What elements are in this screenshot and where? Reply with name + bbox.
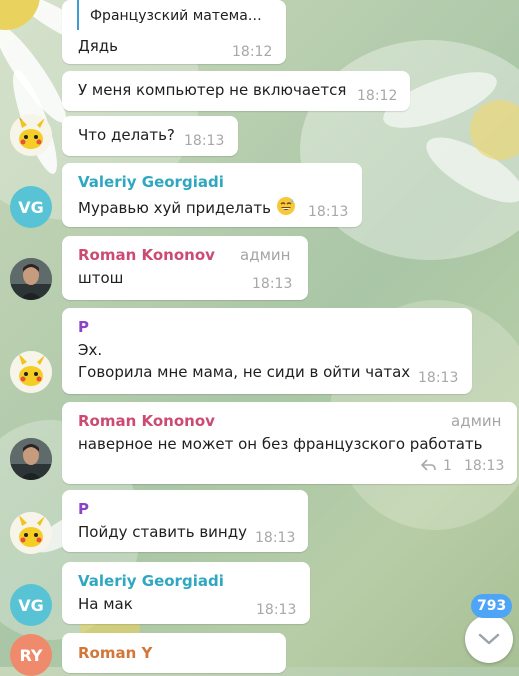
pikachu-icon <box>10 512 52 554</box>
avatar-initials: VG <box>18 595 44 615</box>
author-name[interactable]: P <box>78 500 89 518</box>
message-bubble[interactable]: Valeriy Georgiadi Муравью хуй приделать … <box>62 163 362 227</box>
message-time: 18:13 <box>308 204 349 220</box>
admin-badge: админ <box>240 246 291 264</box>
avatar-initials: VG <box>18 197 44 217</box>
author-name[interactable]: Valeriy Georgiadi <box>78 572 224 590</box>
message-time: 18:13 <box>464 458 505 474</box>
message-bubble[interactable]: Valeriy Georgiadi На мак 18:13 <box>62 562 310 624</box>
message-text: У меня компьютер не включается <box>78 81 347 99</box>
author-name[interactable]: Valeriy Georgiadi <box>78 173 224 191</box>
unread-count-badge[interactable]: 793 <box>471 594 513 618</box>
scroll-to-bottom-button[interactable] <box>465 615 513 663</box>
message-text: Дядь <box>78 37 118 55</box>
avatar[interactable]: VG <box>10 584 52 626</box>
avatar[interactable] <box>10 114 52 156</box>
message-text: Пойду ставить винду <box>78 523 247 541</box>
admin-badge: админ <box>451 412 502 430</box>
pikachu-icon <box>10 351 52 393</box>
message-bubble[interactable]: Roman Kononov админ наверное не может он… <box>62 402 517 484</box>
message-time: 18:13 <box>418 370 459 386</box>
message-text-line: Говорила мне мама, не сиди в ойти чатах <box>78 363 411 381</box>
avatar[interactable] <box>10 438 52 480</box>
chevron-down-icon <box>478 633 500 645</box>
author-name[interactable]: P <box>78 318 89 336</box>
message-bubble[interactable]: Roman Kononov админ штош 18:13 <box>62 236 308 300</box>
message-text: Что делать? <box>78 126 175 144</box>
author-name[interactable]: Roman Y <box>78 644 152 662</box>
message-text: На мак <box>78 595 133 613</box>
message-time: 18:12 <box>357 88 398 104</box>
message-text-content: Муравью хуй приделать <box>78 199 271 217</box>
message-bubble[interactable]: P Пойду ставить винду 18:13 <box>62 490 308 552</box>
message-time: 18:13 <box>255 530 296 546</box>
avatar[interactable]: VG <box>10 186 52 228</box>
message-text: Муравью хуй приделать <box>78 196 296 217</box>
message-text-line: Эх. <box>78 341 103 359</box>
avatar[interactable] <box>10 512 52 554</box>
grinning-sweat-emoji-icon <box>276 197 295 215</box>
user-photo <box>10 258 52 300</box>
pikachu-icon <box>10 114 52 156</box>
avatar-initials: RY <box>19 645 43 665</box>
reply-quote-bar <box>77 0 79 30</box>
avatar[interactable] <box>10 351 52 393</box>
message-time: 18:13 <box>252 276 293 292</box>
message-time: 18:12 <box>232 44 273 60</box>
avatar[interactable] <box>10 258 52 300</box>
message-bubble[interactable]: P Эх. Говорила мне мама, не сиди в ойти … <box>62 308 472 394</box>
message-bubble[interactable]: Что делать? 18:13 <box>62 116 238 156</box>
author-name[interactable]: Roman Kononov <box>78 412 215 430</box>
reply-count[interactable]: 1 <box>443 458 452 474</box>
user-photo <box>10 438 52 480</box>
author-name[interactable]: Roman Kononov <box>78 246 215 264</box>
message-bubble[interactable]: Roman Y <box>62 633 286 673</box>
message-bubble[interactable]: Французский матема… Дядь 18:12 <box>62 0 286 64</box>
reply-arrow-icon[interactable] <box>420 458 436 472</box>
message-bubble[interactable]: У меня компьютер не включается 18:12 <box>62 71 410 111</box>
message-time: 18:13 <box>184 133 225 149</box>
message-time: 18:13 <box>256 602 297 618</box>
message-text: штош <box>78 269 124 287</box>
message-text: наверное не может он без французского ра… <box>78 435 483 453</box>
reply-preview-text[interactable]: Французский матема… <box>90 8 262 24</box>
avatar[interactable]: RY <box>10 634 52 676</box>
